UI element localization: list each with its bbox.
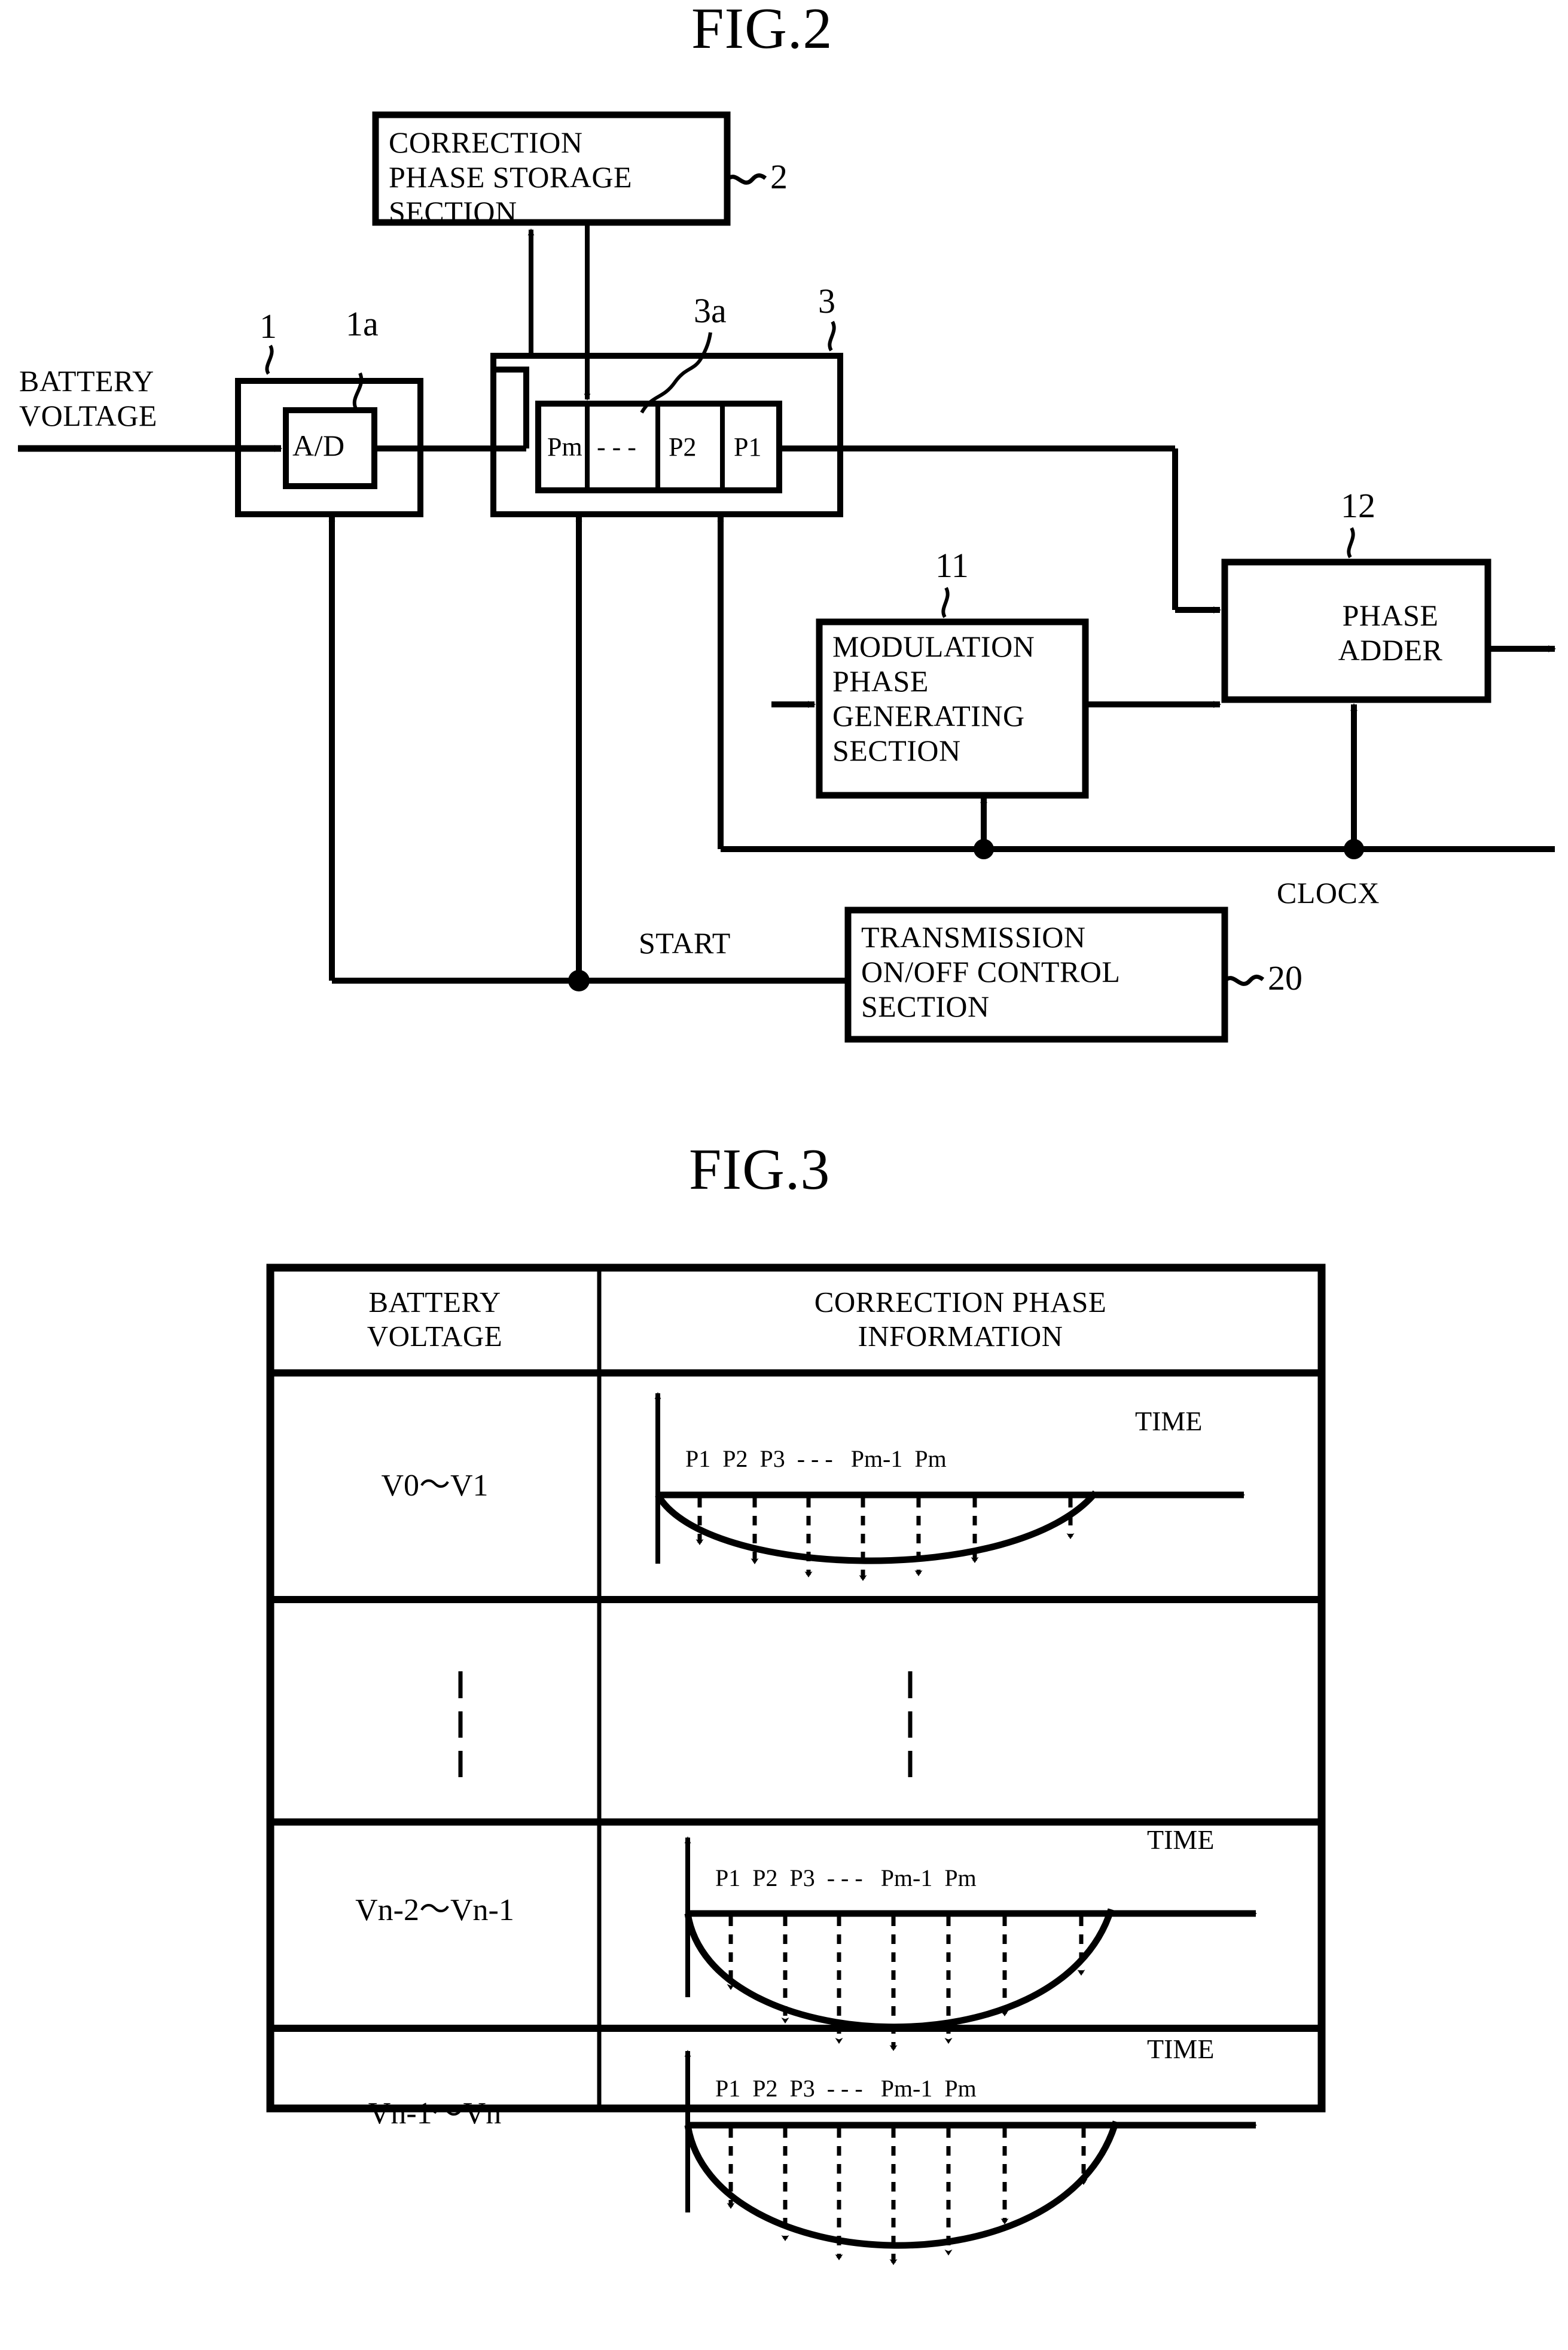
table-header-battery-voltage: BATTERY VOLTAGE (367, 1286, 503, 1353)
time-axis-label-row-3: TIME (1147, 1824, 1215, 1855)
phase-labels-row-4: P1 P2 P3 - - - Pm-1 Pm (715, 2075, 977, 2102)
time-axis-label-row-4: TIME (1147, 2034, 1215, 2064)
time-axis-label-row-1: TIME (1135, 1406, 1203, 1436)
table-header-correction-phase-information: CORRECTION PHASE INFORMATION (814, 1286, 1107, 1353)
phase-labels-row-1: P1 P2 P3 - - - Pm-1 Pm (685, 1445, 947, 1472)
patent-figure-page: FIG.2 CORRECTION PHASE STORAGE SECTION 2… (0, 0, 1568, 2350)
table-cell-voltage-row-4: Vn-1～Vn (368, 2096, 502, 2131)
phase-labels-row-3: P1 P2 P3 - - - Pm-1 Pm (715, 1864, 977, 1891)
table-cell-voltage-row-1: V0～V1 (381, 1469, 489, 1503)
figure-3-drawing (266, 1263, 1326, 2265)
table-cell-voltage-row-3: Vn-2～Vn-1 (355, 1893, 514, 1927)
